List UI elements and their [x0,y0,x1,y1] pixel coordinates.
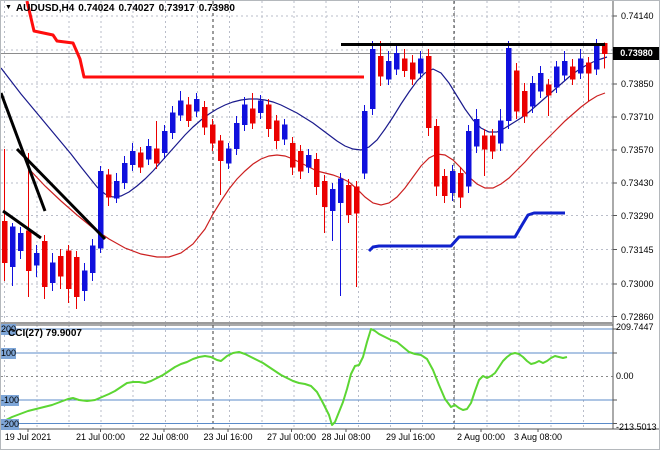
chart-dropdown-icon[interactable]: ▼ [5,4,12,11]
close-value: 0.73980 [198,3,235,14]
price-axis-label: 0.73570 [621,144,654,155]
open-value: 0.74024 [78,3,115,14]
chart-canvas[interactable] [1,1,660,450]
time-axis-label: 21 Jul 00:00 [75,432,126,442]
panel-separator[interactable] [1,322,613,324]
price-axis-label: 0.73290 [621,210,654,221]
time-axis-label: 29 Jul 16:00 [385,432,436,442]
price-axis-label: 0.73710 [621,111,654,122]
time-axis-label: 22 Jul 08:00 [139,432,189,442]
current-price-box: 0.73980 [613,47,659,60]
price-axis-label: 0.73430 [621,177,654,188]
time-axis-label: 2 Aug 00:00 [456,432,506,442]
low-value: 0.73917 [158,3,195,14]
cci-level-chip: 100 [1,347,17,359]
cci-level-chip: -200 [1,418,20,430]
price-axis-label: 0.73000 [621,278,654,289]
symbol-period-label: AUDUSD,H4 [15,3,75,14]
cci-scale-label: -213.5013 [616,421,657,432]
cci-scale-label: 0.00 [616,371,634,382]
indicator-label: CCI(27) 79.9007 [8,328,82,339]
time-axis-label: 27 Jul 00:00 [266,432,317,442]
indicator-value: 79.9007 [45,328,82,339]
price-axis-label: 0.73145 [621,244,654,255]
price-axis-label: 0.73850 [621,79,654,90]
indicator-name: CCI(27) [8,328,44,339]
time-axis-label: 28 Jul 08:00 [321,432,371,442]
cci-scale-label: 209.7447 [616,321,654,332]
time-axis-label: 19 Jul 2021 [4,432,52,442]
time-axis-label: 3 Aug 08:00 [513,432,563,442]
high-value: 0.74027 [118,3,155,14]
price-axis-label: 0.74140 [621,10,654,21]
cci-level-chip: -100 [1,395,20,407]
chart-window: ▼ AUDUSD,H4 0.74024 0.74027 0.73917 0.73… [0,0,660,450]
time-axis-label: 23 Jul 16:00 [203,432,253,442]
chart-title: ▼ AUDUSD,H4 0.74024 0.74027 0.73917 0.73… [5,3,235,14]
